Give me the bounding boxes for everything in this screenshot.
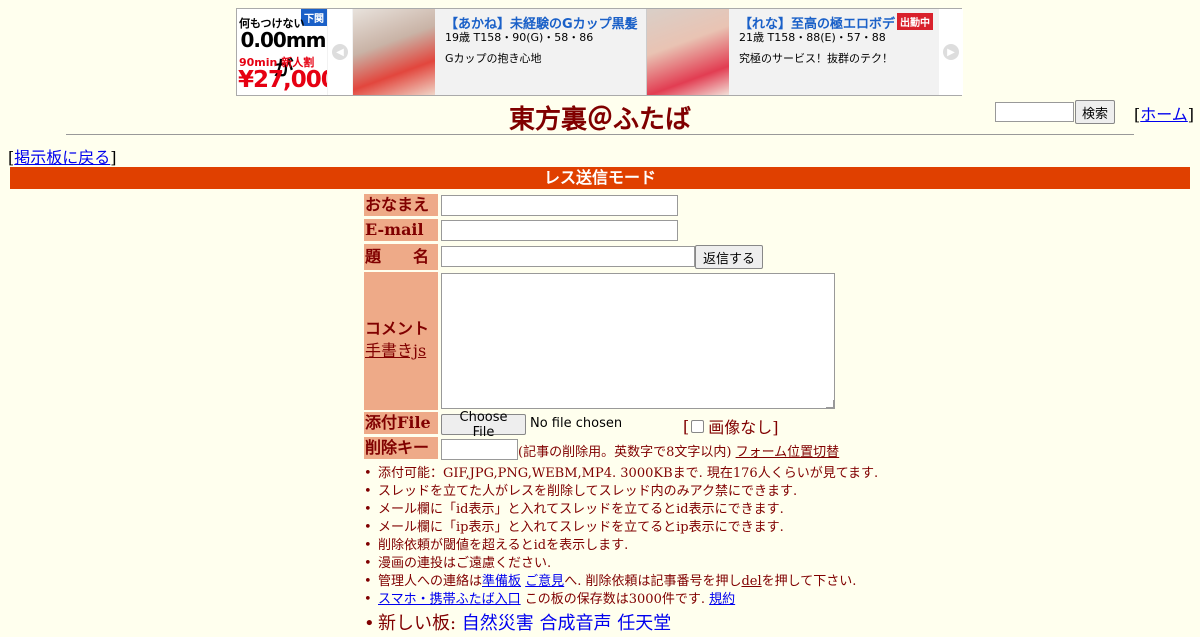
comment-textarea[interactable] <box>441 273 835 409</box>
ad-card-2[interactable]: 【れな】至高の極エロボデ 出勤中 21歳 T158・88(E)・57・88 究極… <box>647 9 939 95</box>
delete-key-note: (記事の削除用。英数字で8文字以内) フォーム位置切替 <box>518 441 839 460</box>
comment-label-cell: コメント 手書きjs <box>364 272 438 410</box>
ad-card-1[interactable]: 【あかね】未経験のGカップ黒髪 19歳 T158・90(G)・58・86 Gカッ… <box>353 9 647 95</box>
ad-card-spec: 21歳 T158・88(E)・57・88 <box>739 31 886 44</box>
bracket: ] <box>1187 105 1195 124</box>
file-label: 添付File <box>364 412 438 434</box>
retention-text: この板の保存数は3000件です. <box>520 592 710 607</box>
list-item: メール欄に「ip表示」と入れてスレッドを立てるとip表示にできます. <box>364 519 878 537</box>
status-badge: 出勤中 <box>897 13 933 30</box>
back-to-board-link[interactable]: 掲示板に戻る <box>14 148 110 167</box>
list-item: メール欄に「id表示」と入れてスレッドを立てるとid表示にできます. <box>364 501 878 519</box>
subject-label: 題 名 <box>364 244 438 270</box>
bracket: [ <box>683 416 690 436</box>
resize-handle-icon[interactable] <box>826 400 834 408</box>
contact-suffix: を押して下さい. <box>761 574 857 589</box>
comment-label: コメント <box>365 319 430 338</box>
search-form: 検索 <box>995 100 1116 124</box>
bracket: ] <box>110 148 117 167</box>
ad-banner[interactable]: 下関 何もつけない 0.00mmが 90min 新人割 ¥27,000 ◀ 【あ… <box>236 8 963 96</box>
subject-input[interactable] <box>441 246 695 267</box>
back-link-wrapper: [掲示板に戻る] <box>8 144 117 168</box>
no-image-option: [ 画像なし] <box>683 414 779 438</box>
name-label: おなまえ <box>364 194 438 216</box>
email-input[interactable] <box>441 220 678 241</box>
no-file-chosen-text: No file chosen <box>530 416 623 431</box>
list-item: 漫画の連投はご遠慮ください. <box>364 555 878 573</box>
mobile-rule: スマホ・携帯ふたば入口 この板の保存数は3000件です. 規約 <box>364 591 878 609</box>
header-divider <box>66 134 1134 135</box>
submit-reply-button[interactable]: 返信する <box>695 245 763 269</box>
del-link[interactable]: del <box>741 574 761 589</box>
home-link-wrapper: [ホーム] <box>1134 101 1194 125</box>
delete-key-label: 削除キー <box>364 437 438 459</box>
delete-key-hint: (記事の削除用。英数字で8文字以内) <box>518 445 732 460</box>
new-boards-rule: 新しい板: 自然災害 合成音声 任天堂 <box>364 611 878 637</box>
new-boards-prefix: 新しい板: <box>378 613 462 634</box>
terms-link[interactable]: 規約 <box>709 592 735 607</box>
no-image-checkbox[interactable] <box>691 419 705 433</box>
ad-card-desc: Gカップの抱き心地 <box>445 52 542 65</box>
board-link-synth-voice[interactable]: 合成音声 <box>540 613 612 634</box>
ad-card-desc: 究極のサービス！抜群のテク！ <box>739 52 893 65</box>
board-link-nintendo[interactable]: 任天堂 <box>617 613 671 634</box>
name-input[interactable] <box>441 195 678 216</box>
choose-file-button[interactable]: Choose File <box>441 410 526 440</box>
promo-price: ¥27,000 <box>238 67 327 93</box>
no-image-label: 画像なし] <box>708 418 779 437</box>
promo-ad[interactable]: 下関 何もつけない 0.00mmが 90min 新人割 ¥27,000 <box>237 9 327 95</box>
contact-rule: 管理人への連絡は準備板 ご意見へ. 削除依頼は記事番号を押しdelを押して下さい… <box>364 573 878 591</box>
list-item: 削除依頼が閾値を超えるとidを表示します. <box>364 537 878 555</box>
board-link-disaster[interactable]: 自然災害 <box>462 613 534 634</box>
contact-middle: へ. 削除依頼は記事番号を押し <box>564 574 742 589</box>
ad-photo-2 <box>647 9 729 95</box>
list-item: スレッドを立てた人がレスを削除してスレッド内のみアク禁にできます. <box>364 483 878 501</box>
email-label: E-mail <box>364 219 438 241</box>
ad-card-spec: 19歳 T158・90(G)・58・86 <box>445 31 594 44</box>
banner-next-button[interactable]: ▶ <box>939 9 963 95</box>
prep-board-link[interactable]: 準備板 <box>482 574 521 589</box>
banner-prev-button[interactable]: ◀ <box>328 9 352 95</box>
chevron-left-icon: ◀ <box>332 44 348 60</box>
handwriting-link[interactable]: 手書きjs <box>365 341 426 360</box>
search-input[interactable] <box>995 102 1074 122</box>
contact-prefix: 管理人への連絡は <box>378 574 483 589</box>
form-position-toggle-link[interactable]: フォーム位置切替 <box>736 445 840 460</box>
feedback-link[interactable]: ご意見 <box>525 574 564 589</box>
ad-photo-1 <box>353 9 435 95</box>
reply-mode-bar: レス送信モード <box>10 167 1190 189</box>
search-button[interactable]: 検索 <box>1075 100 1116 124</box>
mobile-entrance-link[interactable]: スマホ・携帯ふたば入口 <box>378 592 521 607</box>
board-rules-list: 添付可能：GIF,JPG,PNG,WEBM,MP4. 3000KBまで. 現在1… <box>364 465 878 637</box>
chevron-right-icon: ▶ <box>943 44 959 60</box>
delete-key-input[interactable] <box>441 439 518 460</box>
home-link[interactable]: ホーム <box>1140 105 1188 124</box>
list-item: 添付可能：GIF,JPG,PNG,WEBM,MP4. 3000KBまで. 現在1… <box>364 465 878 483</box>
